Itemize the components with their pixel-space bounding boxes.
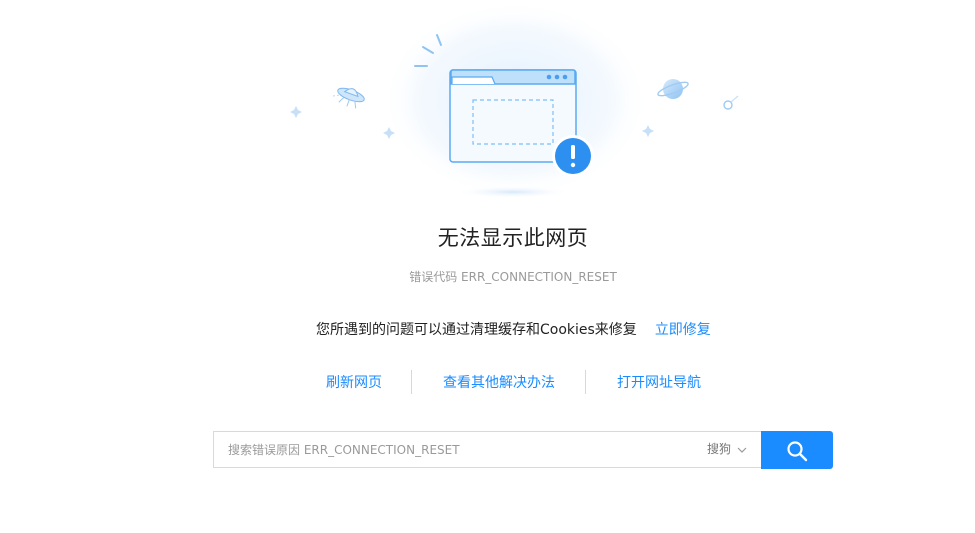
search-engine-label: 搜狗 <box>706 442 731 456</box>
search-box: 搜狗 <box>213 431 761 468</box>
search-icon <box>787 441 808 462</box>
action-links: 刷新网页 查看其他解决办法 打开网址导航 <box>0 370 975 394</box>
link-divider <box>411 370 412 394</box>
error-page: 无法显示此网页 错误代码 ERR_CONNECTION_RESET 您所遇到的问… <box>0 0 975 533</box>
search-button[interactable] <box>761 431 833 469</box>
link-divider <box>585 370 586 394</box>
fix-now-link[interactable]: 立即修复 <box>655 322 711 338</box>
error-code: 错误代码 ERR_CONNECTION_RESET <box>409 270 617 284</box>
search-input[interactable] <box>228 432 688 467</box>
refresh-page-link[interactable]: 刷新网页 <box>326 372 382 392</box>
search-engine-select[interactable]: 搜狗 <box>707 432 747 467</box>
fix-message: 您所遇到的问题可以通过清理缓存和Cookies来修复 <box>316 322 637 338</box>
other-solutions-link[interactable]: 查看其他解决办法 <box>443 372 555 392</box>
fix-suggestion: 您所遇到的问题可以通过清理缓存和Cookies来修复 立即修复 <box>316 319 711 339</box>
open-nav-link[interactable]: 打开网址导航 <box>617 372 701 392</box>
page-title: 无法显示此网页 <box>437 226 589 250</box>
error-illustration <box>290 0 739 200</box>
chevron-down-icon <box>737 447 747 453</box>
